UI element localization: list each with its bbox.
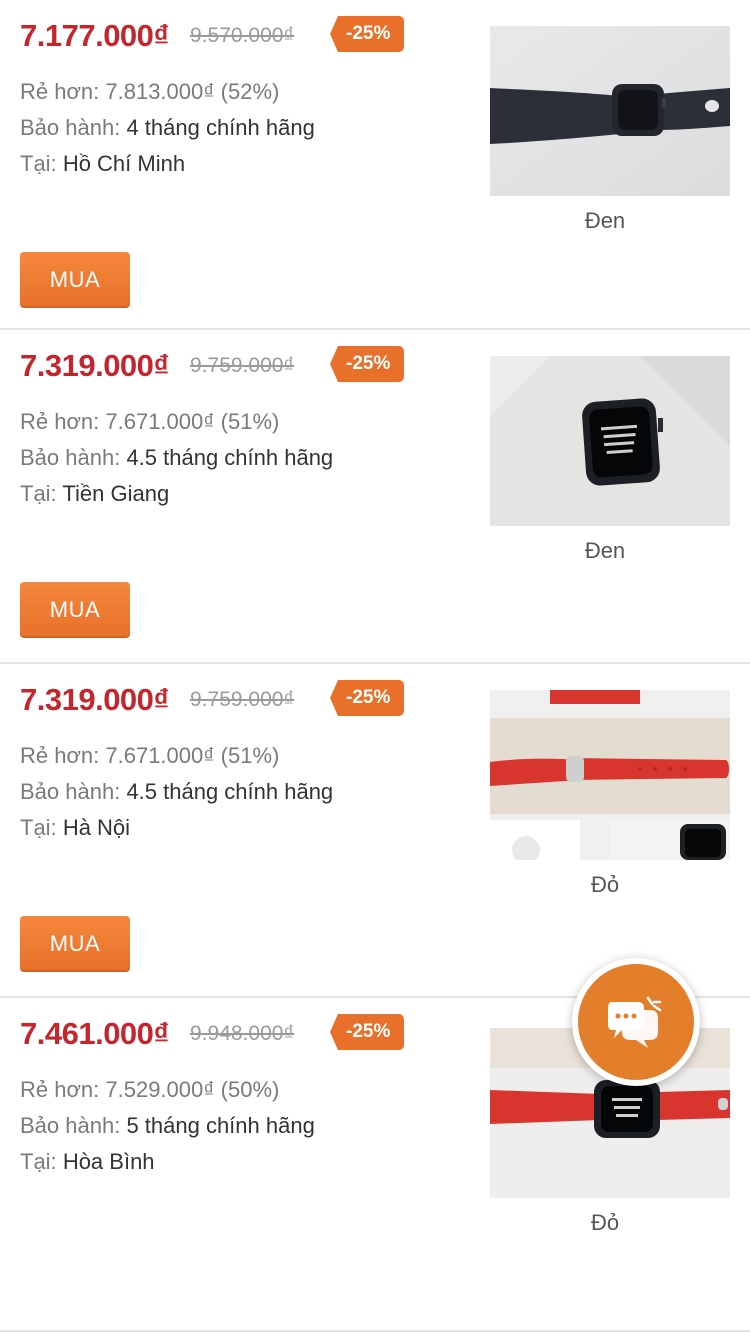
warranty-line: Bảo hành: 4 tháng chính hãng (20, 110, 460, 146)
chat-button[interactable] (572, 958, 700, 1086)
buy-button[interactable]: MUA (20, 916, 130, 972)
discount-text: -25% (346, 23, 391, 44)
location-label: Tại: (20, 815, 57, 840)
cheaper-value: 7.671.000₫ (51%) (105, 409, 280, 434)
price-row: 7.319.000₫ 9.759.000₫ -25% (20, 678, 480, 722)
price-row: 7.319.000₫ 9.759.000₫ -25% (20, 344, 480, 388)
color-label: Đỏ (590, 872, 620, 897)
listing-card[interactable]: 7.177.000₫ 9.570.000₫ -25% Rẻ hơn: 7.813… (0, 0, 750, 330)
cheaper-label: Rẻ hơn: (20, 743, 100, 768)
discount-badge: -25% (330, 16, 412, 52)
warranty-value: 5 tháng chính hãng (126, 1113, 315, 1138)
cheaper-value: 7.813.000₫ (52%) (105, 79, 280, 104)
product-photo[interactable] (490, 690, 730, 860)
listing-info: Rẻ hơn: 7.671.000₫ (51%) Bảo hành: 4.5 t… (20, 738, 460, 846)
original-price: 9.948.000₫ (190, 1022, 295, 1045)
location-line: Tại: Hòa Bình (20, 1144, 460, 1180)
color-label: Đen (584, 538, 626, 563)
location-value: Hà Nội (62, 815, 131, 840)
cheaper-value: 7.529.000₫ (50%) (105, 1077, 280, 1102)
original-price: 9.570.000₫ (190, 24, 295, 47)
cheaper-label: Rẻ hơn: (20, 409, 100, 434)
location-line: Tại: Tiền Giang (20, 476, 460, 512)
location-line: Tại: Hồ Chí Minh (20, 146, 460, 182)
warranty-label: Bảo hành: (20, 445, 121, 470)
original-price: 9.759.000₫ (190, 354, 295, 377)
warranty-label: Bảo hành: (20, 1113, 121, 1138)
buy-button[interactable]: MUA (20, 582, 130, 638)
warranty-line: Bảo hành: 4.5 tháng chính hãng (20, 440, 460, 476)
cheaper-line: Rẻ hơn: 7.813.000₫ (52%) (20, 74, 460, 110)
color-label: Đen (584, 208, 626, 233)
price-row: 7.461.000₫ 9.948.000₫ -25% (20, 1012, 480, 1056)
product-photo[interactable] (490, 26, 730, 196)
original-price: 9.759.000₫ (190, 688, 295, 711)
warranty-label: Bảo hành: (20, 779, 121, 804)
listing-info: Rẻ hơn: 7.813.000₫ (52%) Bảo hành: 4 thá… (20, 74, 460, 182)
cheaper-line: Rẻ hơn: 7.671.000₫ (51%) (20, 738, 460, 774)
warranty-label: Bảo hành: (20, 115, 121, 140)
warranty-line: Bảo hành: 5 tháng chính hãng (20, 1108, 460, 1144)
sale-price: 7.177.000₫ (20, 18, 169, 53)
discount-badge: -25% (330, 1014, 412, 1050)
warranty-value: 4 tháng chính hãng (126, 115, 315, 140)
warranty-value: 4.5 tháng chính hãng (126, 445, 334, 470)
discount-text: -25% (346, 687, 391, 708)
listing-card[interactable]: 7.319.000₫ 9.759.000₫ -25% Rẻ hơn: 7.671… (0, 664, 750, 998)
warranty-value: 4.5 tháng chính hãng (126, 779, 334, 804)
cheaper-label: Rẻ hơn: (20, 79, 100, 104)
chat-button-circle (578, 964, 694, 1080)
buy-button[interactable]: MUA (20, 252, 130, 308)
product-listing: 7.177.000₫ 9.570.000₫ -25% Rẻ hơn: 7.813… (0, 0, 750, 1332)
discount-text: -25% (346, 353, 391, 374)
price-row: 7.177.000₫ 9.570.000₫ -25% (20, 14, 480, 58)
cheaper-line: Rẻ hơn: 7.529.000₫ (50%) (20, 1072, 460, 1108)
sale-price: 7.461.000₫ (20, 1016, 169, 1051)
discount-badge: -25% (330, 346, 412, 382)
chat-bubbles-icon (608, 996, 662, 1048)
color-label: Đỏ (590, 1210, 620, 1235)
listing-card[interactable]: 7.319.000₫ 9.759.000₫ -25% Rẻ hơn: 7.671… (0, 330, 750, 664)
product-photo[interactable] (490, 356, 730, 526)
discount-text: -25% (346, 1021, 391, 1042)
cheaper-line: Rẻ hơn: 7.671.000₫ (51%) (20, 404, 460, 440)
sale-price: 7.319.000₫ (20, 348, 169, 383)
location-value: Hồ Chí Minh (62, 151, 186, 176)
discount-badge: -25% (330, 680, 412, 716)
listing-info: Rẻ hơn: 7.529.000₫ (50%) Bảo hành: 5 thá… (20, 1072, 460, 1180)
location-value: Hòa Bình (62, 1149, 155, 1174)
location-line: Tại: Hà Nội (20, 810, 460, 846)
listing-info: Rẻ hơn: 7.671.000₫ (51%) Bảo hành: 4.5 t… (20, 404, 460, 512)
sale-price: 7.319.000₫ (20, 682, 169, 717)
cheaper-value: 7.671.000₫ (51%) (105, 743, 280, 768)
location-label: Tại: (20, 481, 57, 506)
location-label: Tại: (20, 1149, 57, 1174)
warranty-line: Bảo hành: 4.5 tháng chính hãng (20, 774, 460, 810)
location-label: Tại: (20, 151, 57, 176)
cheaper-label: Rẻ hơn: (20, 1077, 100, 1102)
location-value: Tiền Giang (62, 481, 170, 506)
